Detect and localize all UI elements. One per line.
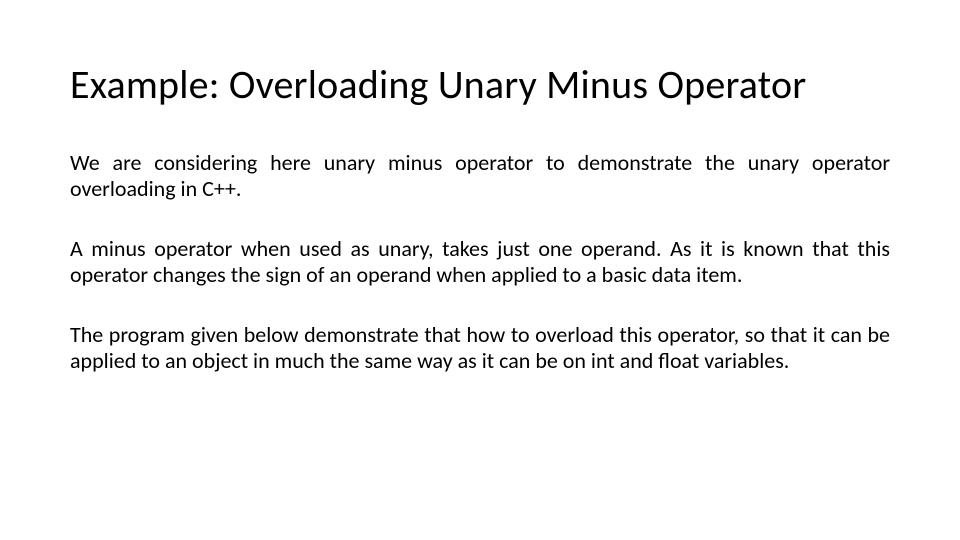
paragraph-3: The program given below demonstrate that… (70, 322, 890, 374)
paragraph-1: We are considering here unary minus oper… (70, 150, 890, 202)
paragraph-2: A minus operator when used as unary, tak… (70, 236, 890, 288)
slide-title: Example: Overloading Unary Minus Operato… (70, 62, 890, 108)
slide: Example: Overloading Unary Minus Operato… (0, 0, 960, 540)
